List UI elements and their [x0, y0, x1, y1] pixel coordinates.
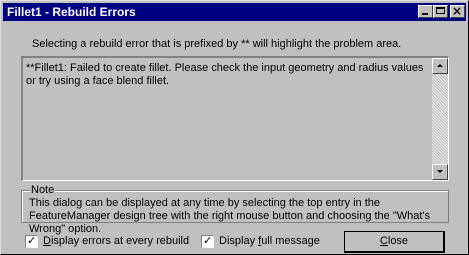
- note-label: Note: [30, 184, 56, 196]
- window-title: Fillet1 - Rebuild Errors: [7, 5, 136, 19]
- checkmark-icon: ✓: [203, 234, 213, 247]
- close-window-button[interactable]: ×: [450, 4, 465, 18]
- minimize-button[interactable]: [418, 5, 433, 18]
- display-errors-label[interactable]: Display errors at every rebuild: [43, 235, 189, 247]
- maximize-icon: [436, 7, 445, 14]
- arrow-down-icon: [437, 170, 443, 173]
- arrow-up-icon: [437, 64, 443, 67]
- instruction-text: Selecting a rebuild error that is prefix…: [32, 38, 402, 50]
- title-bar[interactable]: Fillet1 - Rebuild Errors ×: [3, 3, 466, 21]
- maximize-button[interactable]: [433, 5, 448, 18]
- checkmark-icon: ✓: [27, 234, 37, 247]
- close-button[interactable]: Close: [344, 231, 445, 253]
- rebuild-errors-dialog: Fillet1 - Rebuild Errors × Selecting a r…: [0, 0, 469, 255]
- display-full-message-label[interactable]: Display full message: [219, 235, 320, 247]
- error-list[interactable]: **Fillet1: Failed to create fillet. Plea…: [21, 56, 449, 181]
- note-group: Note This dialog can be displayed at any…: [21, 184, 449, 235]
- minimize-icon: [422, 13, 428, 15]
- vertical-scrollbar[interactable]: [432, 58, 448, 180]
- scroll-down-button[interactable]: [432, 164, 448, 180]
- checkbox-box[interactable]: ✓: [25, 234, 38, 248]
- close-icon: ×: [452, 4, 463, 18]
- error-message[interactable]: **Fillet1: Failed to create fillet. Plea…: [26, 62, 426, 88]
- scroll-up-button[interactable]: [432, 58, 448, 74]
- checkbox-box[interactable]: ✓: [201, 234, 214, 248]
